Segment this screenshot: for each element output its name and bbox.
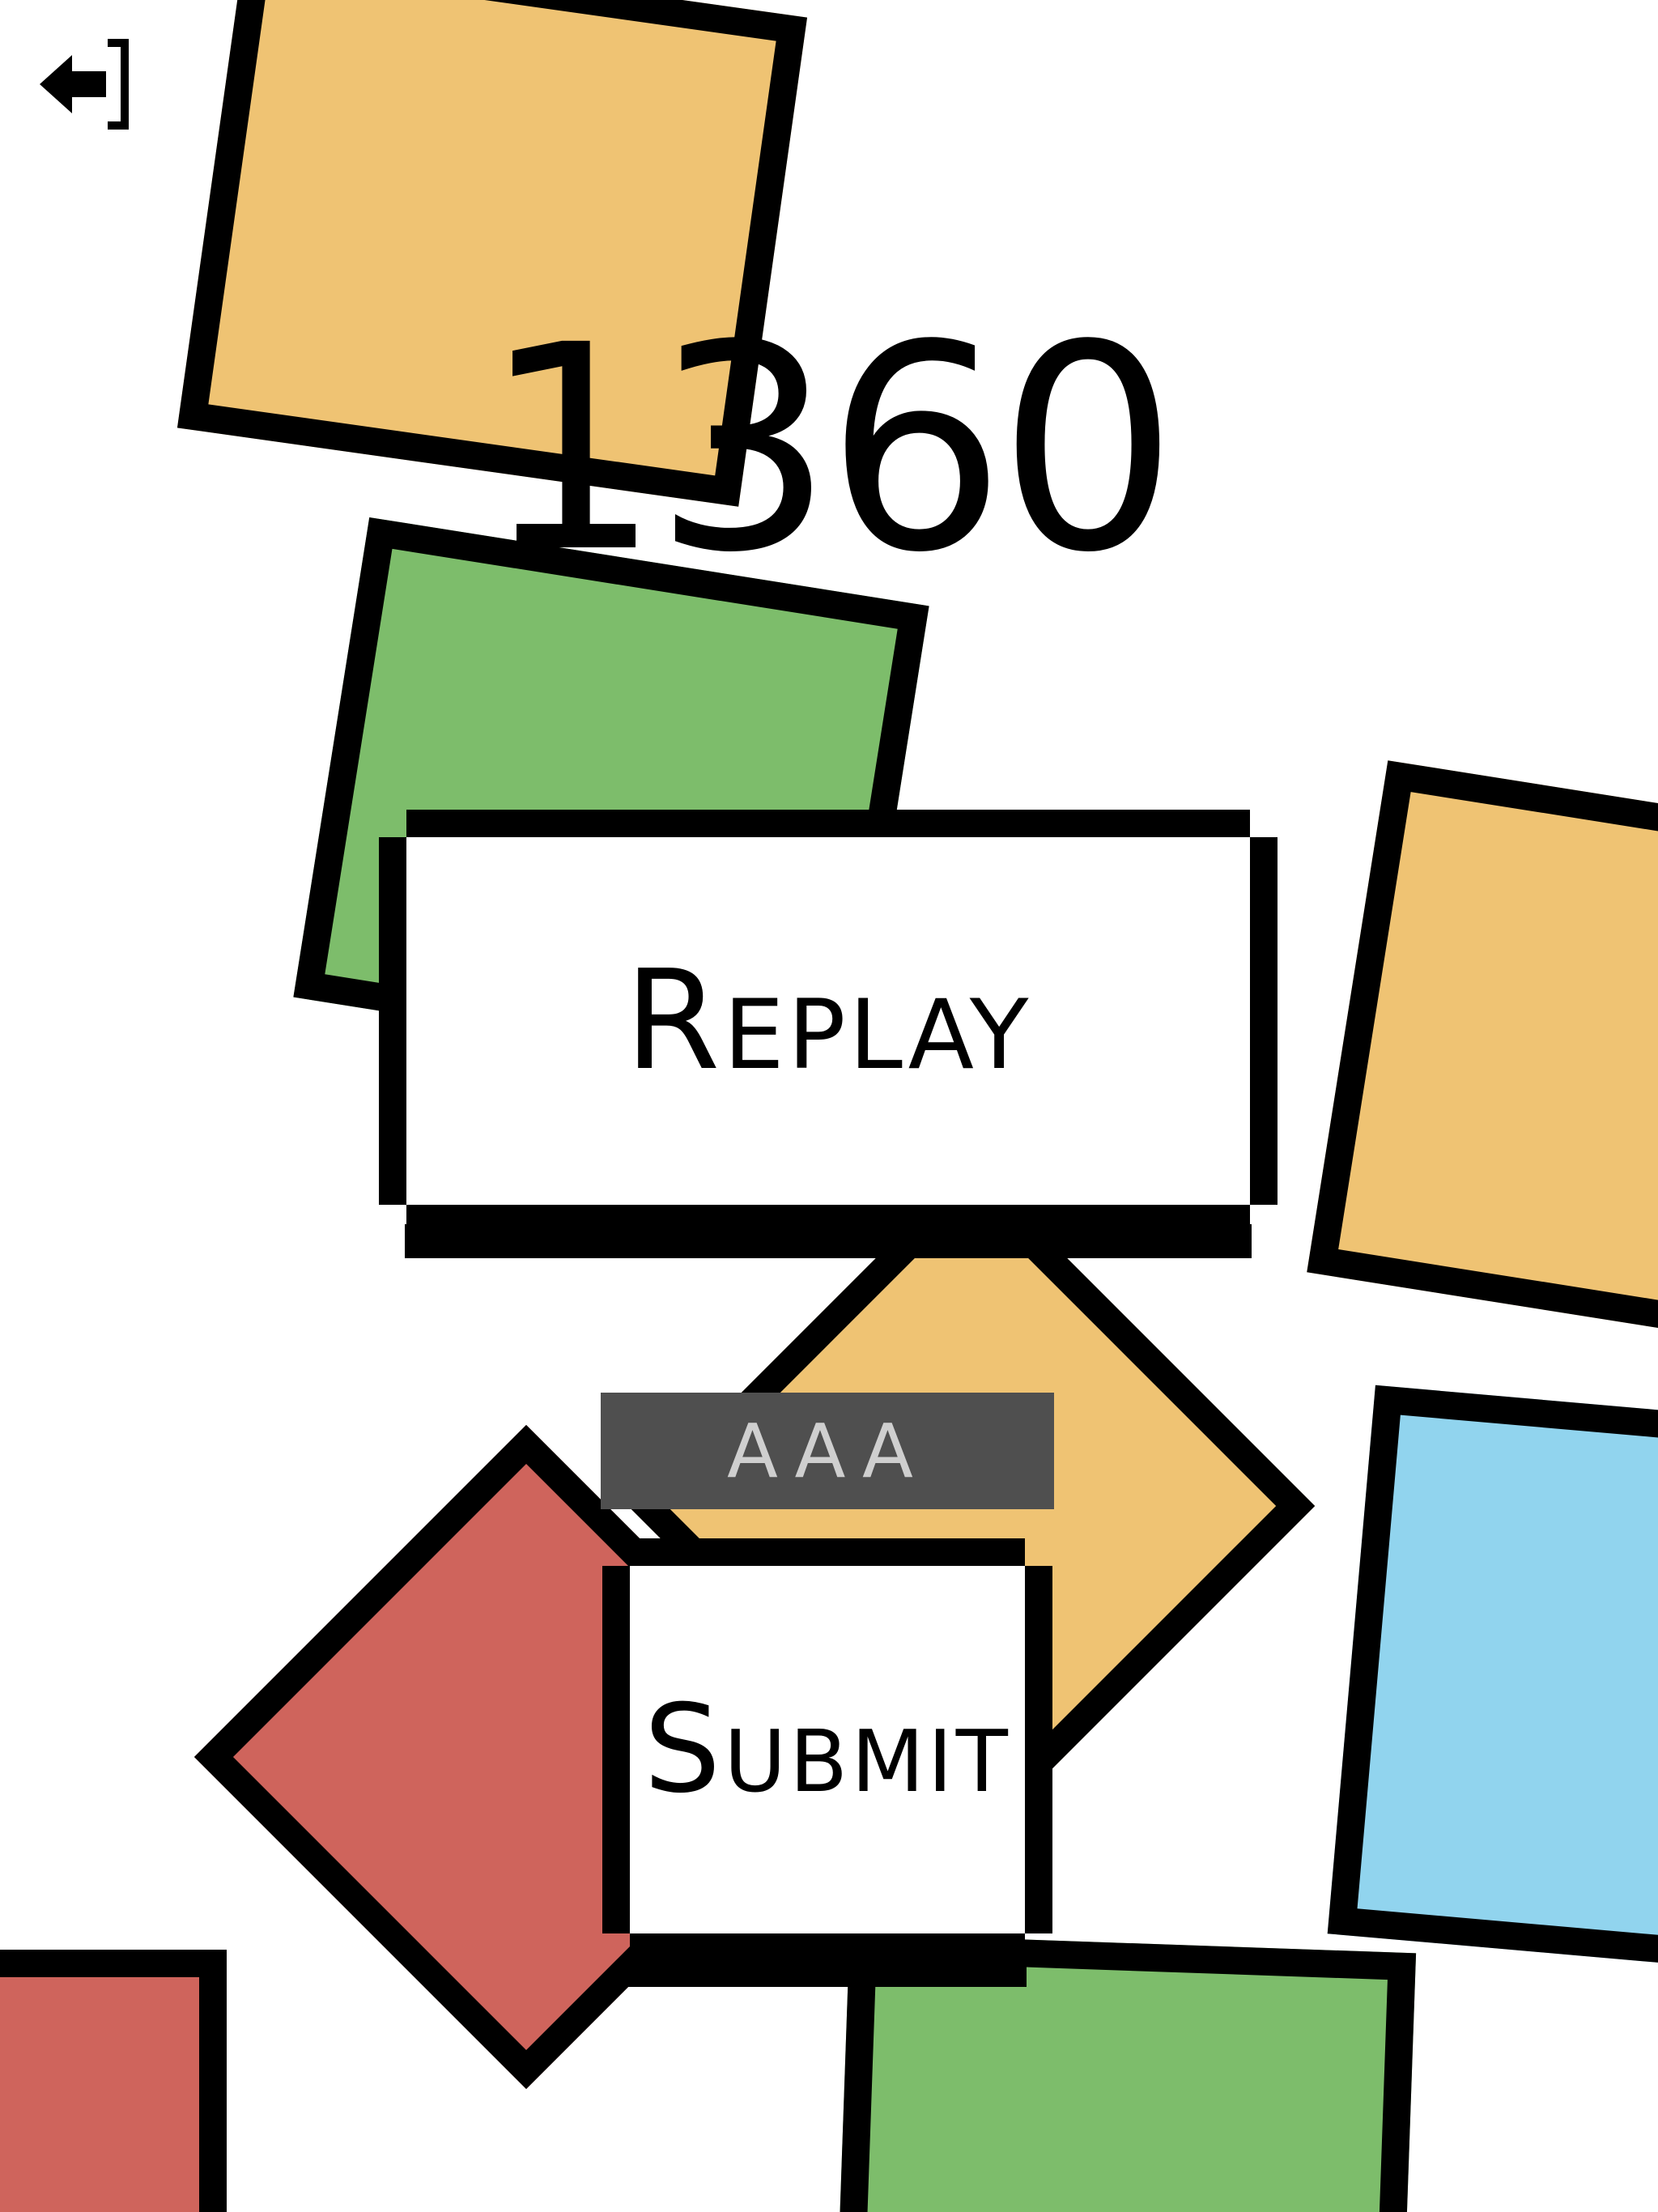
game-screen: 1360 Replay Submit [0, 0, 1658, 2212]
replay-button[interactable]: Replay [379, 810, 1278, 1232]
exit-button[interactable] [36, 32, 158, 138]
score-display: 1360 [481, 284, 1179, 615]
replay-button-label: Replay [624, 941, 1032, 1101]
red-block-bottom-left [0, 1950, 227, 2212]
player-name-input[interactable] [601, 1393, 1054, 1509]
blue-block-right [1327, 1385, 1658, 1984]
orange-block-right [1307, 760, 1658, 1361]
exit-door-arrow-icon [40, 39, 129, 130]
submit-button-label: Submit [644, 1679, 1011, 1820]
submit-button[interactable]: Submit [602, 1538, 1052, 1961]
